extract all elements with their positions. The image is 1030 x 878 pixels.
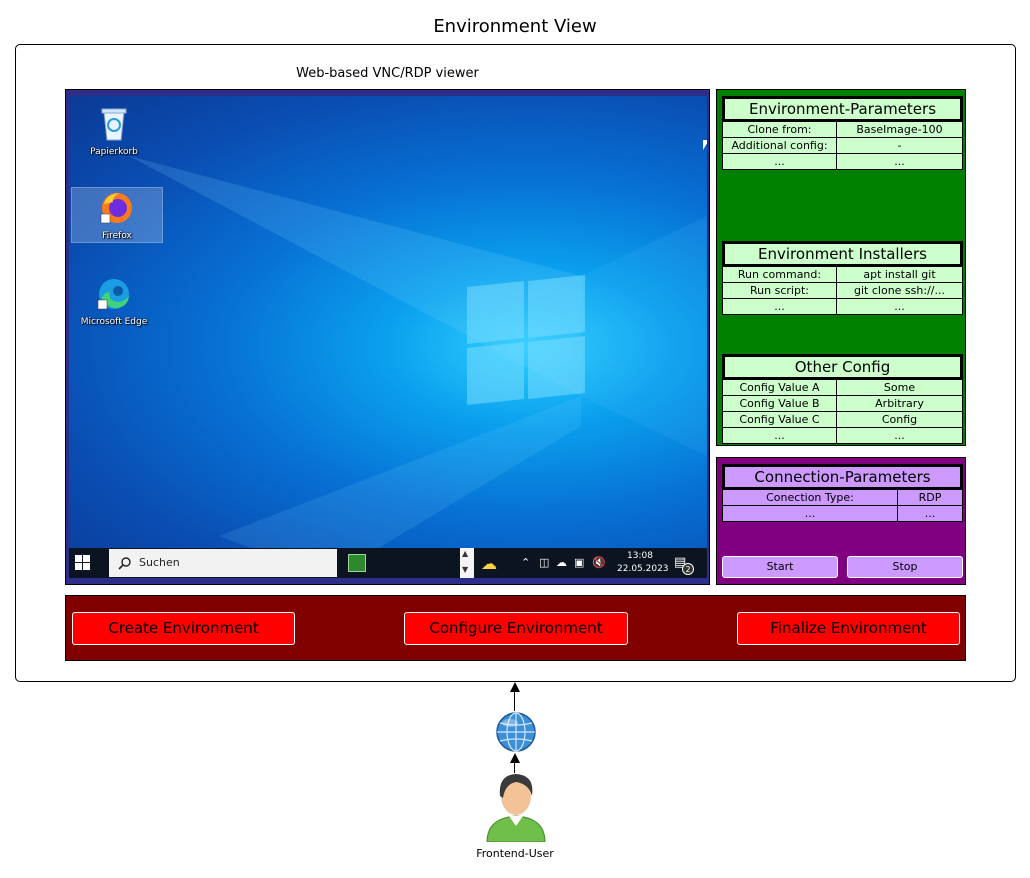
windows-taskbar: Suchen ▲ ▼ ☁ ⌃ ◫ ☁ ▣ 🔇 13:08 22.05.2023 … bbox=[69, 548, 707, 578]
arrow-to-view bbox=[510, 682, 520, 692]
table-row[interactable]: Conection Type: RDP bbox=[723, 489, 962, 505]
table-row[interactable]: Config Value A Some bbox=[723, 379, 962, 395]
environment-config-panel: Environment-Parameters Clone from: BaseIm… bbox=[716, 89, 966, 446]
remote-desktop[interactable]: Papierkorb Firefox Microsoft Edge Suchen… bbox=[69, 96, 707, 578]
table-row[interactable]: Run script: git clone ssh://... bbox=[723, 282, 962, 298]
taskbar-search-box[interactable]: Suchen bbox=[109, 549, 337, 577]
action-bar: Create Environment Configure Environment… bbox=[65, 595, 966, 661]
tray-volume-muted-icon[interactable]: 🔇 bbox=[592, 556, 606, 569]
taskbar-clock-time[interactable]: 13:08 bbox=[627, 551, 653, 561]
table-row[interactable]: ...... bbox=[723, 298, 962, 314]
taskbar-clock-date[interactable]: 22.05.2023 bbox=[617, 564, 669, 574]
table-row[interactable]: Additional config: - bbox=[723, 137, 962, 153]
edge-icon bbox=[97, 279, 129, 310]
start-button[interactable]: Start bbox=[722, 556, 838, 578]
tray-network-icon[interactable]: ▣ bbox=[574, 556, 584, 569]
stop-button[interactable]: Stop bbox=[847, 556, 963, 578]
search-icon bbox=[118, 557, 131, 570]
connection-panel: Connection-Parameters Conection Type: RDP… bbox=[716, 457, 966, 585]
taskbar-app-icon[interactable] bbox=[348, 554, 366, 572]
desktop-icon-edge[interactable]: Microsoft Edge bbox=[69, 276, 159, 327]
viewer-label: Web-based VNC/RDP viewer bbox=[296, 66, 479, 81]
create-environment-button[interactable]: Create Environment bbox=[72, 612, 295, 645]
tray-usb-icon[interactable]: ◫ bbox=[539, 556, 549, 569]
connection-parameters-table: Connection-Parameters Conection Type: RDP… bbox=[722, 464, 963, 522]
weather-icon[interactable]: ☁ bbox=[481, 554, 497, 573]
table-title: Connection-Parameters bbox=[723, 465, 962, 489]
desktop-icon-firefox[interactable]: Firefox bbox=[71, 187, 163, 243]
table-row[interactable]: ...... bbox=[723, 505, 962, 521]
diagram-title: Environment View bbox=[433, 16, 597, 37]
arrow-to-globe bbox=[510, 753, 520, 763]
table-title: Environment-Parameters bbox=[723, 97, 962, 121]
table-title: Environment Installers bbox=[723, 242, 962, 266]
firefox-icon bbox=[100, 193, 132, 224]
user-icon bbox=[486, 774, 546, 842]
table-row[interactable]: Config Value B Arbitrary bbox=[723, 395, 962, 411]
vnc-rdp-viewer[interactable]: Papierkorb Firefox Microsoft Edge Suchen… bbox=[65, 89, 710, 585]
globe-icon bbox=[496, 712, 536, 752]
chevron-down-icon[interactable]: ▼ bbox=[462, 565, 468, 574]
table-row[interactable]: Run command: apt install git bbox=[723, 266, 962, 282]
mouse-cursor-icon bbox=[703, 140, 707, 150]
table-row[interactable]: Clone from: BaseImage-100 bbox=[723, 121, 962, 137]
search-placeholder: Suchen bbox=[139, 556, 180, 569]
table-title: Other Config bbox=[723, 355, 962, 379]
tray-chevron-up-icon[interactable]: ⌃ bbox=[521, 556, 530, 569]
other-config-table: Other Config Config Value A Some Config V… bbox=[722, 354, 963, 444]
connector-line bbox=[514, 690, 515, 711]
user-label: Frontend-User bbox=[476, 847, 554, 860]
environment-installers-table: Environment Installers Run command: apt i… bbox=[722, 241, 963, 315]
configure-environment-button[interactable]: Configure Environment bbox=[404, 612, 628, 645]
notification-badge: 2 bbox=[682, 563, 694, 575]
environment-parameters-table: Environment-Parameters Clone from: BaseIm… bbox=[722, 96, 963, 170]
table-row[interactable]: ...... bbox=[723, 427, 962, 443]
table-row[interactable]: Config Value C Config bbox=[723, 411, 962, 427]
chevron-up-icon[interactable]: ▲ bbox=[462, 549, 468, 558]
windows-start-icon[interactable] bbox=[75, 555, 91, 571]
recycle-bin-icon bbox=[101, 108, 127, 141]
table-row[interactable]: ...... bbox=[723, 153, 962, 169]
wallpaper-light-beams bbox=[129, 156, 707, 578]
tray-cloud-icon[interactable]: ☁ bbox=[556, 556, 567, 569]
finalize-environment-button[interactable]: Finalize Environment bbox=[737, 612, 960, 645]
windows-logo-wallpaper bbox=[467, 275, 585, 405]
desktop-icon-recycle-bin[interactable]: Papierkorb bbox=[69, 106, 159, 157]
